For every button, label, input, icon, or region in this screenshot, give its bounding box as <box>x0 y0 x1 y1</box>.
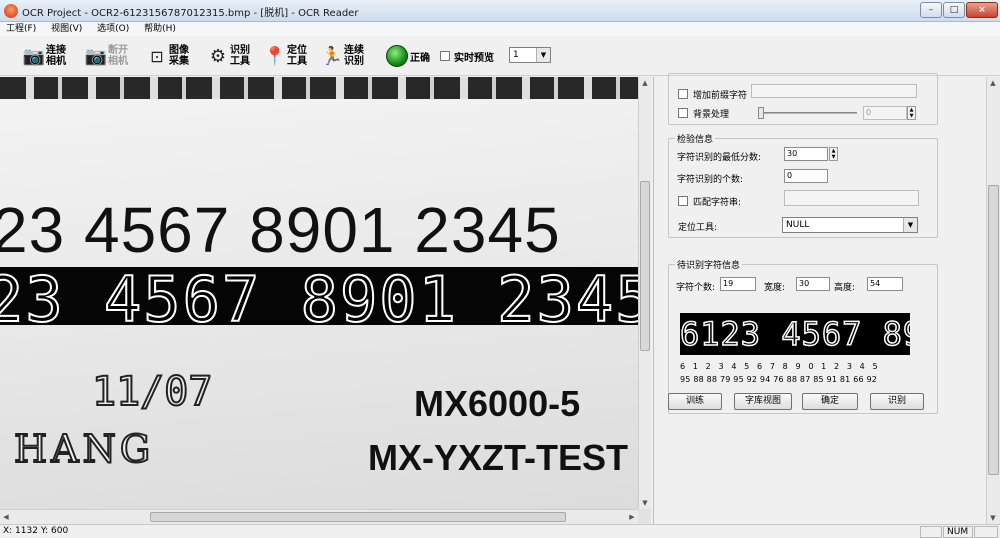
scroll-right-icon[interactable]: ▶ <box>626 511 638 523</box>
title-bar: OCR Project - OCR2-6123156787012315.bmp … <box>0 0 1000 22</box>
scroll-down-icon[interactable]: ▼ <box>639 497 651 509</box>
char-preview-image: 6123 4567 8901 2345 <box>680 313 910 355</box>
background-checkbox[interactable] <box>678 108 688 118</box>
image-capture-button[interactable]: ⊡ 图像采集 <box>145 42 193 70</box>
status-pane-empty <box>920 526 942 538</box>
width-input[interactable]: 30 <box>796 277 830 291</box>
match-string-input[interactable] <box>784 190 919 206</box>
background-slider[interactable] <box>759 112 857 114</box>
background-spin-icon[interactable]: ▲ ▼ <box>907 106 916 120</box>
camera-icon: 📷 <box>22 45 46 67</box>
realtime-preview-select[interactable]: 1 ▼ <box>509 47 551 63</box>
recognized-chars: 6 1 2 3 4 5 6 7 8 9 0 1 2 3 4 5 <box>680 362 881 371</box>
image-vertical-scrollbar[interactable]: ▲ ▼ <box>638 77 651 509</box>
panel-vertical-scrollbar[interactable]: ▲ ▼ <box>986 77 1000 524</box>
min-score-label: 字符识别的最低分数: <box>677 153 762 163</box>
image-model-text-2: MX-YXZT-TEST <box>368 437 628 478</box>
min-score-spin-icon[interactable]: ▲ ▼ <box>829 147 838 161</box>
ocr-image: 23 4567 8901 2345 23 4567 8901 2345 11/0… <box>0 77 638 509</box>
image-horizontal-scrollbar[interactable]: ◀ ▶ <box>0 509 638 524</box>
minimize-button[interactable]: – <box>920 2 942 18</box>
add-prefix-label: 增加前缀字符 <box>693 91 748 101</box>
image-viewer[interactable]: 23 4567 8901 2345 23 4567 8901 2345 11/0… <box>0 77 651 524</box>
camera-disabled-icon: 📷 <box>84 45 108 67</box>
match-string-label: 匹配字符串: <box>693 198 742 208</box>
background-value-input[interactable]: 0 <box>863 106 907 120</box>
cursor-coordinates: X: 1132 Y: 600 <box>3 526 69 536</box>
ocr-settings-panel: 增加前缀字符 背景处理 0 ▲ ▼ 检验信息 字符识别的最低分数: 30 ▲ ▼ 字… <box>653 73 1000 524</box>
locate-tool-select[interactable]: NULL ▼ <box>782 217 918 233</box>
width-label: 宽度: <box>764 283 786 293</box>
recognized-scores: 95 88 88 79 95 92 94 76 88 87 85 91 81 6… <box>680 375 878 384</box>
status-bar: X: 1132 Y: 600 NUM <box>0 524 1000 538</box>
gear-icon: ⚙ <box>209 45 227 67</box>
recognize-tool-button[interactable]: ⚙ 识别工具 <box>206 42 254 70</box>
dropdown-arrow-icon: ▼ <box>536 48 550 62</box>
char-count-check-label: 字符识别的个数: <box>677 175 744 185</box>
status-label: 正确 <box>410 52 430 64</box>
image-vscroll-thumb[interactable] <box>640 181 650 351</box>
menu-help[interactable]: 帮助(H) <box>138 22 182 36</box>
prefix-input[interactable] <box>751 84 917 98</box>
train-button[interactable]: 训练 <box>668 393 722 410</box>
image-model-text: MX6000-5 <box>414 383 581 424</box>
height-input[interactable]: 54 <box>867 277 903 291</box>
scroll-corner <box>638 509 651 524</box>
char-count-label: 字符个数: <box>676 283 716 293</box>
ok-button[interactable]: 确定 <box>802 393 858 410</box>
scroll-up-icon[interactable]: ▲ <box>987 77 999 89</box>
scroll-up-icon[interactable]: ▲ <box>639 77 651 89</box>
location-pin-icon: 📍 <box>263 45 287 67</box>
char-count-check-input[interactable]: 0 <box>784 169 828 183</box>
image-hscroll-thumb[interactable] <box>150 512 566 522</box>
char-count-input[interactable]: 19 <box>720 277 756 291</box>
add-prefix-checkbox[interactable] <box>678 89 688 99</box>
toolbar: 📷 连接相机 📷 断开相机 ⊡ 图像采集 ⚙ 识别工具 📍 定位工具 🏃 连续识… <box>0 36 1000 76</box>
realtime-preview-toggle[interactable]: 实时预览 <box>440 42 494 70</box>
num-lock-indicator: NUM <box>943 526 973 538</box>
match-string-checkbox[interactable] <box>678 196 688 206</box>
background-label: 背景处理 <box>693 110 730 120</box>
pending-chars-title: 待识别字符信息 <box>675 258 743 271</box>
locate-tool-label: 定位工具: <box>678 223 718 233</box>
continuous-recognize-button[interactable]: 🏃 连续识别 <box>320 42 368 70</box>
menu-bar: 工程(F) 视图(V) 选项(O) 帮助(H) <box>0 22 1000 36</box>
scroll-down-icon[interactable]: ▼ <box>987 512 999 524</box>
image-date-text: 11/07 <box>91 368 213 416</box>
image-name-text: HANG <box>13 426 155 472</box>
library-view-button[interactable]: 字库视图 <box>734 393 792 410</box>
close-button[interactable]: × <box>966 2 998 18</box>
image-binarized-number-row: 23 4567 8901 2345 <box>0 262 638 337</box>
connect-camera-button[interactable]: 📷 连接相机 <box>22 42 70 70</box>
locate-tool-button[interactable]: 📍 定位工具 <box>263 42 311 70</box>
maximize-button[interactable]: □ <box>943 2 965 18</box>
menu-view[interactable]: 视图(V) <box>45 22 88 36</box>
capture-icon: ⊡ <box>150 46 164 66</box>
height-label: 高度: <box>834 283 856 293</box>
window-title: OCR Project - OCR2-6123156787012315.bmp … <box>22 8 359 19</box>
dropdown-arrow-icon: ▼ <box>903 218 917 232</box>
disconnect-camera-button[interactable]: 📷 断开相机 <box>84 42 132 70</box>
realtime-preview-checkbox[interactable] <box>440 51 450 61</box>
menu-project[interactable]: 工程(F) <box>0 22 42 36</box>
image-top-band <box>0 77 638 99</box>
menu-options[interactable]: 选项(O) <box>91 22 135 36</box>
check-info-title: 检验信息 <box>675 132 716 145</box>
prefix-group: 增加前缀字符 背景处理 0 ▲ ▼ <box>668 73 938 125</box>
recognize-button[interactable]: 识别 <box>870 393 924 410</box>
green-status-light-icon <box>386 45 408 67</box>
background-slider-thumb[interactable] <box>758 107 764 119</box>
running-man-icon: 🏃 <box>320 45 344 67</box>
app-icon <box>4 4 18 18</box>
panel-vscroll-thumb[interactable] <box>988 185 999 475</box>
min-score-input[interactable]: 30 <box>784 147 828 161</box>
image-number-row: 23 4567 8901 2345 <box>0 194 561 266</box>
status-indicator: 正确 <box>386 42 430 70</box>
status-pane-empty-2 <box>974 526 998 538</box>
scroll-left-icon[interactable]: ◀ <box>0 511 12 523</box>
